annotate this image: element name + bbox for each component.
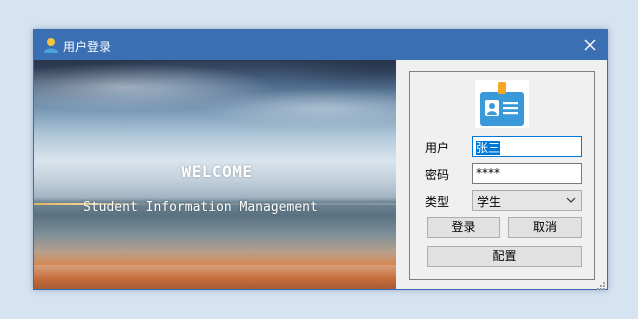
id-badge-icon	[474, 80, 530, 128]
config-button[interactable]: 配置	[427, 246, 582, 267]
app-subtitle: Student Information Management	[83, 200, 318, 215]
username-value: 张三	[476, 141, 501, 155]
chevron-down-icon	[565, 194, 577, 206]
cancel-button[interactable]: 取消	[508, 217, 582, 238]
password-label: 密码	[425, 168, 450, 182]
close-icon	[584, 39, 596, 51]
password-field[interactable]: ****	[472, 163, 582, 184]
login-panel: 用户 张三 密码 **** 类型 学生 登录 取消 配置	[409, 71, 595, 280]
user-icon	[42, 36, 60, 54]
password-value: ****	[476, 166, 500, 180]
user-type-select[interactable]: 学生	[472, 190, 582, 211]
title-bar[interactable]: 用户登录	[34, 30, 607, 60]
resize-grip-icon[interactable]	[597, 279, 605, 290]
welcome-banner: WELCOME Student Information Management	[34, 60, 396, 289]
welcome-heading: WELCOME	[181, 162, 253, 181]
username-field[interactable]: 张三	[472, 136, 582, 157]
window-title: 用户登录	[63, 40, 112, 54]
login-button[interactable]: 登录	[427, 217, 500, 238]
close-button[interactable]	[573, 30, 607, 60]
user-label: 用户	[425, 141, 450, 155]
user-type-value: 学生	[477, 195, 502, 209]
banner-shore	[34, 265, 396, 289]
login-window: 用户登录 WELCOME Student Information Managem…	[33, 29, 608, 290]
type-label: 类型	[425, 195, 450, 209]
